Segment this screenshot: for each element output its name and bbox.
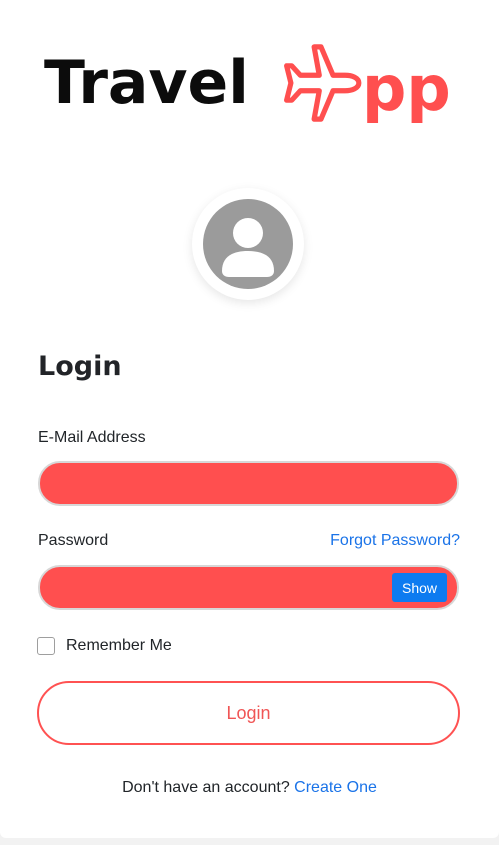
- login-card: Travel pp Login E-Mail Address Password …: [0, 0, 499, 838]
- email-label: E-Mail Address: [38, 429, 146, 446]
- logo-text-pp: pp: [362, 52, 451, 125]
- avatar-circle: [203, 199, 293, 289]
- show-password-button[interactable]: Show: [392, 573, 447, 602]
- logo-text-travel: Travel: [44, 48, 249, 118]
- signup-prompt: Don't have an account? Create One: [0, 779, 499, 797]
- password-label: Password: [38, 532, 109, 549]
- page-title: Login: [38, 351, 122, 382]
- remember-me-checkbox[interactable]: [37, 637, 55, 655]
- remember-me[interactable]: Remember Me: [37, 635, 172, 657]
- user-icon: [222, 218, 274, 277]
- login-button[interactable]: Login: [37, 681, 460, 745]
- forgot-password-link[interactable]: Forgot Password?: [330, 532, 460, 550]
- app-logo: Travel pp: [44, 40, 464, 130]
- create-account-link[interactable]: Create One: [294, 779, 377, 796]
- email-field[interactable]: [38, 461, 459, 506]
- avatar: [192, 188, 304, 300]
- signup-text: Don't have an account?: [122, 779, 290, 796]
- airplane-icon: [284, 44, 362, 122]
- remember-me-label[interactable]: Remember Me: [66, 637, 172, 655]
